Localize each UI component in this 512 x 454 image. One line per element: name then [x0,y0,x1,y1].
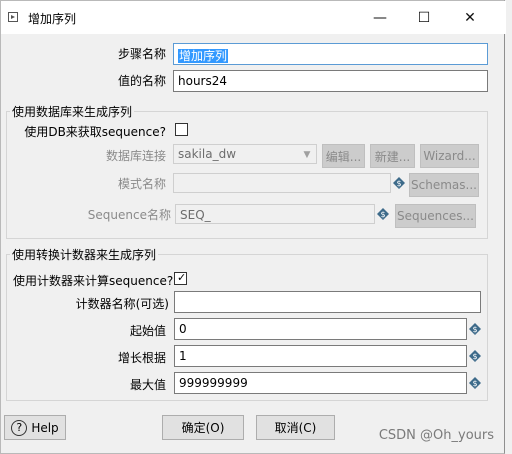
window-title: 增加序列 [28,12,77,26]
connection-label: 数据库连接 [105,149,166,163]
connection-select[interactable]: sakila_dw ▼ [173,144,317,164]
db-group-title: 使用数据库来生成序列 [10,103,135,120]
max-value-label: 最大值 [129,378,166,392]
app-icon [8,12,18,22]
start-value-label: 起始值 [129,324,166,338]
sequence-name-input[interactable]: SEQ_ [175,204,375,224]
variable-icon[interactable]: $ [469,323,481,335]
chevron-down-icon: ▼ [303,150,311,160]
schemas-button[interactable]: Schemas... [409,173,479,197]
max-value-input[interactable]: 999999999 [174,372,467,394]
svg-text:$: $ [396,179,401,188]
dialog-window: 增加序列 — ☐ ✕ 步骤名称 增加序列 值的名称 hours24 使用数据库来… [0,0,506,454]
increment-input[interactable]: 1 [174,345,467,367]
title-bar: 增加序列 — ☐ ✕ [1,1,506,34]
use-counter-checkbox[interactable]: ✓ [174,271,187,285]
value-name-label: 值的名称 [117,74,166,88]
step-name-label: 步骤名称 [117,47,166,61]
sequences-button[interactable]: Sequences... [395,204,476,228]
svg-text:$: $ [380,210,385,219]
use-db-label: 使用DB来获取sequence? [24,125,166,139]
help-icon: ? [11,419,28,436]
sequence-name-label: Sequence名称 [87,208,171,222]
counter-group-title: 使用转换计数器来生成序列 [10,246,159,263]
minimize-button[interactable]: — [357,1,403,34]
close-button[interactable]: ✕ [447,1,493,34]
counter-name-input[interactable] [174,291,481,313]
help-label: Help [31,420,59,435]
new-connection-button[interactable]: 新建... [370,144,415,168]
maximize-button[interactable]: ☐ [401,1,447,34]
use-db-checkbox[interactable] [175,123,188,136]
svg-text:$: $ [472,379,477,388]
variable-icon[interactable]: $ [469,350,481,362]
start-value-input[interactable]: 0 [174,318,467,340]
increment-label: 增长根据 [117,351,166,365]
svg-text:$: $ [472,352,477,361]
watermark: CSDN @Oh_yours [378,428,494,443]
variable-icon[interactable]: $ [377,208,389,220]
check-icon: ✓ [177,271,187,284]
connection-value: sakila_dw [178,147,237,161]
svg-text:$: $ [472,325,477,334]
variable-icon[interactable]: $ [393,177,405,189]
schema-input[interactable] [173,173,391,193]
counter-name-label: 计数器名称(可选) [75,297,169,311]
use-counter-label: 使用计数器来计算sequence? [13,274,174,288]
value-name-input[interactable]: hours24 [173,70,488,92]
wizard-button[interactable]: Wizard... [420,144,479,168]
cancel-button[interactable]: 取消(C) [256,415,335,440]
schema-label: 模式名称 [117,177,166,191]
edit-connection-button[interactable]: 编辑... [322,144,365,168]
help-button[interactable]: ? Help [4,415,66,440]
ok-button[interactable]: 确定(O) [162,415,244,440]
step-name-input[interactable]: 增加序列 [173,43,488,65]
variable-icon[interactable]: $ [469,377,481,389]
step-name-value: 增加序列 [178,49,229,63]
